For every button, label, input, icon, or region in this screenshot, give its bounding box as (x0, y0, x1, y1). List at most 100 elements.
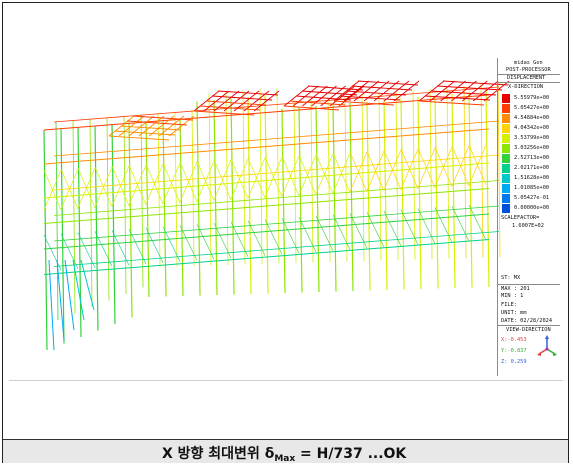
column (208, 93, 212, 266)
caption-text: X 방향 최대변위 δMax = H/737 ...OK (162, 443, 406, 464)
column (162, 119, 167, 297)
column (400, 98, 405, 290)
beam (43, 94, 490, 131)
legend-st: ST: MX (501, 275, 521, 281)
column (412, 90, 416, 260)
legend-swatch (502, 164, 510, 173)
legend-value: 0.00000e+00 (514, 205, 550, 211)
legend-value: 1.01085e+00 (514, 185, 550, 191)
column (344, 96, 348, 262)
caption-suffix: = H/737 ...OK (295, 446, 407, 462)
legend-swatch (502, 204, 510, 213)
legend-value: 5.55979e+00 (514, 95, 550, 101)
roof-grid (193, 110, 255, 116)
legend-value: 3.03256e+00 (514, 145, 550, 151)
legend-file: FILE: (501, 302, 517, 308)
column (106, 117, 110, 301)
legend-unit: UNIT: mm (501, 310, 527, 316)
column (225, 91, 229, 266)
legend-swatch (502, 134, 510, 143)
column (327, 97, 331, 263)
legend-value: 3.53799e+00 (514, 135, 550, 141)
column (378, 93, 382, 261)
column (332, 104, 337, 292)
column (179, 117, 184, 297)
column (196, 101, 201, 296)
column (191, 109, 195, 267)
caption-prefix: X 방향 최대변위 δ (162, 446, 275, 462)
column (77, 126, 82, 338)
column (123, 115, 127, 295)
beam (53, 86, 500, 123)
scale-factor-value: 1.6007E+02 (512, 223, 544, 229)
caption-subscript: Max (274, 454, 296, 464)
legend-swatch (502, 154, 510, 163)
column (310, 99, 314, 263)
roof-grid (373, 80, 400, 102)
legend-value: 2.02171e+00 (514, 165, 550, 171)
column (434, 95, 439, 289)
column (264, 95, 269, 294)
scale-factor-label: SCALEFACTOR= (501, 215, 540, 221)
legend-module: POST-PROCESSOR (506, 67, 551, 73)
column (94, 125, 99, 331)
view-axis-triad-icon (537, 335, 557, 356)
legend-value: 4.54884e+00 (514, 115, 550, 121)
beam (43, 239, 490, 275)
legend-max: MAX : 201 (501, 286, 530, 292)
roof-grid (148, 115, 175, 137)
legend-min: MIN : 1 (501, 293, 524, 299)
column (242, 90, 246, 265)
roof-grid (418, 100, 485, 106)
column (361, 94, 365, 262)
legend-swatch (502, 104, 510, 113)
legend-software: midas Gen (514, 60, 543, 66)
legend-swatch (502, 124, 510, 133)
legend-value: 2.52713e+00 (514, 155, 550, 161)
legend-component: X-DIRECTION (508, 84, 544, 90)
view-z-value: Z: 0.259 (501, 359, 527, 365)
column (128, 122, 133, 318)
legend-value: 5.05427e+00 (514, 105, 550, 111)
column (213, 99, 218, 296)
column (145, 120, 150, 298)
legend-swatch (502, 184, 510, 193)
legend-swatch (502, 194, 510, 203)
legend-swatch (502, 94, 510, 103)
column (315, 105, 320, 293)
column (157, 112, 161, 268)
column (298, 107, 303, 293)
column (111, 123, 116, 325)
column (395, 91, 399, 261)
column (140, 114, 144, 288)
roof-grid (462, 80, 488, 102)
column (230, 98, 235, 295)
legend-swatch (502, 174, 510, 183)
column (174, 111, 178, 267)
legend-value: 1.51628e+00 (514, 175, 550, 181)
legend-value: 5.05427e-01 (514, 195, 550, 201)
view-y-value: Y:-0.837 (501, 348, 527, 354)
column (72, 120, 76, 314)
column (349, 102, 354, 292)
legend-result-type: DISPLACEMENT (507, 75, 546, 81)
roof-grid (108, 135, 170, 141)
legend-panel: midas Gen POST-PROCESSOR DISPLACEMENT X-… (497, 58, 560, 376)
legend-date: DATE: 02/28/2024 (501, 318, 553, 324)
column (281, 108, 286, 294)
column (247, 96, 252, 295)
column (55, 121, 59, 321)
column (417, 96, 422, 290)
column (293, 100, 297, 264)
legend-value: 4.04342e+00 (514, 125, 550, 131)
view-x-value: X:-0.453 (501, 337, 527, 343)
legend-view-direction: VIEW-DIRECTION (506, 327, 551, 333)
displaced-structure-model (43, 80, 510, 351)
column (259, 88, 263, 265)
column (276, 87, 280, 264)
roof-grid (233, 90, 260, 112)
result-caption-bar: X 방향 최대변위 δMax = H/737 ...OK (3, 439, 568, 464)
legend-swatch (502, 144, 510, 153)
legend-swatch (502, 114, 510, 123)
beam (53, 205, 500, 242)
